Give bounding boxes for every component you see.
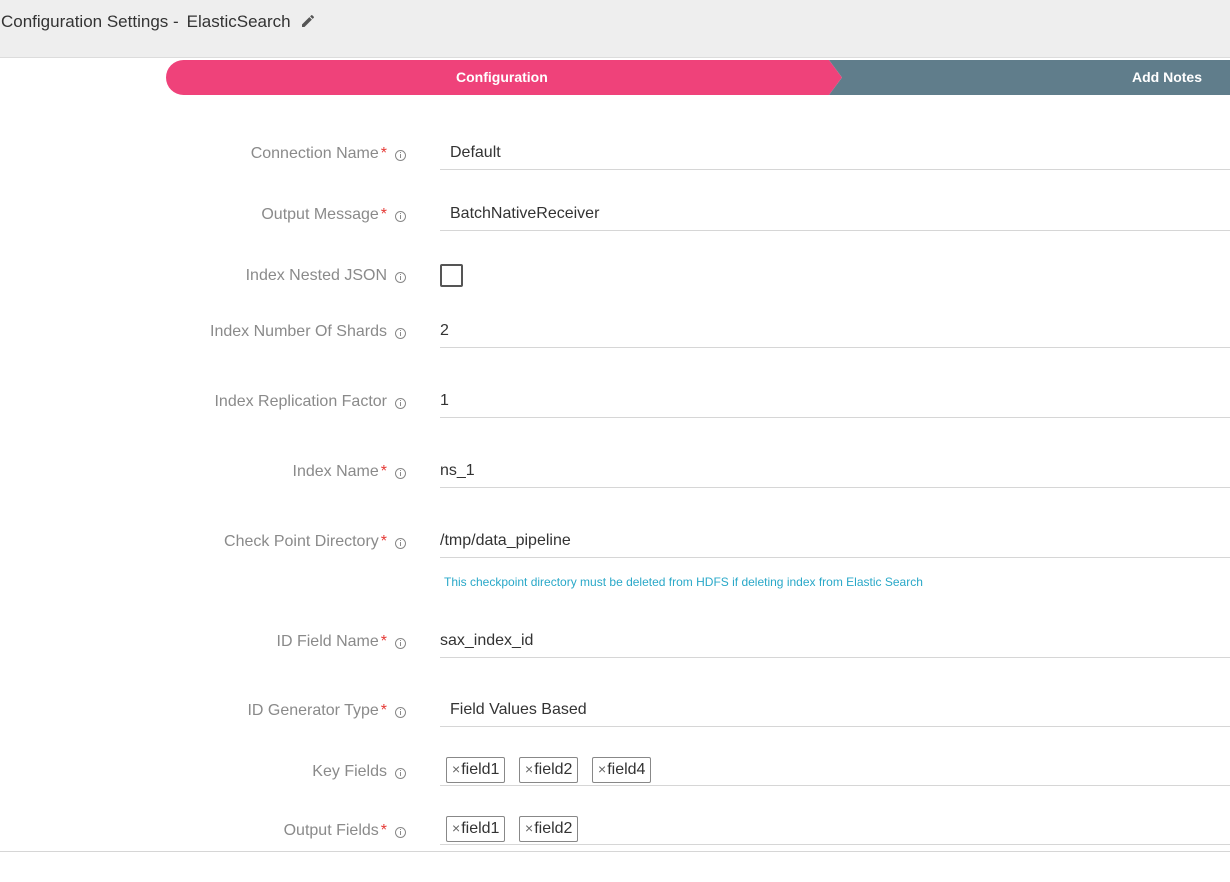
index-shards-field[interactable]: 2 [440, 316, 1230, 348]
index-replication-value: 1 [440, 392, 449, 409]
step-add-notes-label: Add Notes [1132, 69, 1202, 85]
index-nested-json-label: Index Nested JSON [245, 267, 387, 284]
index-shards-value: 2 [440, 322, 449, 339]
output-fields-label: Output Fields * [283, 822, 387, 839]
key-fields-label: Key Fields [312, 763, 387, 780]
info-icon[interactable] [395, 768, 406, 779]
connection-name-field[interactable]: Default [440, 138, 1230, 170]
info-icon[interactable] [395, 827, 406, 838]
output-fields-input[interactable]: ×field1 ×field2 [440, 813, 1230, 845]
pencil-icon[interactable] [300, 13, 316, 29]
key-field-tag: ×field4 [592, 757, 652, 783]
id-generator-label: ID Generator Type * [247, 702, 387, 719]
index-shards-label: Index Number Of Shards [210, 323, 387, 340]
info-icon[interactable] [395, 211, 406, 222]
output-field-tag: ×field2 [519, 816, 579, 842]
info-icon[interactable] [395, 638, 406, 649]
output-field-tag: ×field1 [446, 816, 506, 842]
step-configuration-label: Configuration [456, 69, 548, 85]
title-prefix: Configuration Settings - [1, 12, 179, 31]
key-field-tag: ×field2 [519, 757, 579, 783]
checkpoint-directory-value: /tmp/data_pipeline [440, 532, 571, 549]
id-generator-select[interactable]: Field Values Based [440, 695, 1230, 727]
index-nested-json-checkbox[interactable] [440, 264, 463, 287]
output-message-value: BatchNativeReceiver [450, 205, 600, 222]
tag-remove-icon[interactable]: × [598, 761, 606, 777]
divider [0, 851, 1230, 852]
output-message-label: Output Message * [261, 206, 387, 223]
id-field-name-label: ID Field Name * [276, 633, 387, 650]
step-configuration[interactable]: Configuration [166, 60, 842, 95]
id-generator-value: Field Values Based [450, 701, 587, 718]
id-field-name-field[interactable]: sax_index_id [440, 626, 1230, 658]
checkpoint-hint: This checkpoint directory must be delete… [444, 575, 923, 589]
info-icon[interactable] [395, 468, 406, 479]
info-icon[interactable] [395, 272, 406, 283]
info-icon[interactable] [395, 707, 406, 718]
info-icon[interactable] [395, 538, 406, 549]
index-replication-field[interactable]: 1 [440, 386, 1230, 418]
index-name-label: Index Name * [292, 463, 388, 480]
key-field-tag: ×field1 [446, 757, 506, 783]
step-navigation: Configuration Add Notes [166, 60, 1230, 95]
connection-name-value: Default [450, 144, 501, 161]
tag-remove-icon[interactable]: × [452, 820, 460, 836]
output-message-field[interactable]: BatchNativeReceiver [440, 199, 1230, 231]
info-icon[interactable] [395, 150, 406, 161]
id-field-name-value: sax_index_id [440, 632, 534, 649]
index-name-value: ns_1 [440, 462, 475, 479]
index-replication-label: Index Replication Factor [214, 393, 387, 410]
tag-remove-icon[interactable]: × [452, 761, 460, 777]
info-icon[interactable] [395, 328, 406, 339]
checkpoint-directory-field[interactable]: /tmp/data_pipeline [440, 526, 1230, 558]
page-title: Configuration Settings - ElasticSearch [1, 12, 291, 32]
info-icon[interactable] [395, 398, 406, 409]
tag-remove-icon[interactable]: × [525, 820, 533, 836]
page-header: Configuration Settings - ElasticSearch [0, 0, 1230, 58]
index-name-field[interactable]: ns_1 [440, 456, 1230, 488]
tag-remove-icon[interactable]: × [525, 761, 533, 777]
step-add-notes[interactable]: Add Notes [829, 60, 1230, 95]
component-name: ElasticSearch [186, 12, 291, 31]
checkpoint-directory-label: Check Point Directory * [224, 533, 387, 550]
key-fields-input[interactable]: ×field1 ×field2 ×field4 [440, 754, 1230, 786]
connection-name-label: Connection Name * [250, 145, 387, 162]
